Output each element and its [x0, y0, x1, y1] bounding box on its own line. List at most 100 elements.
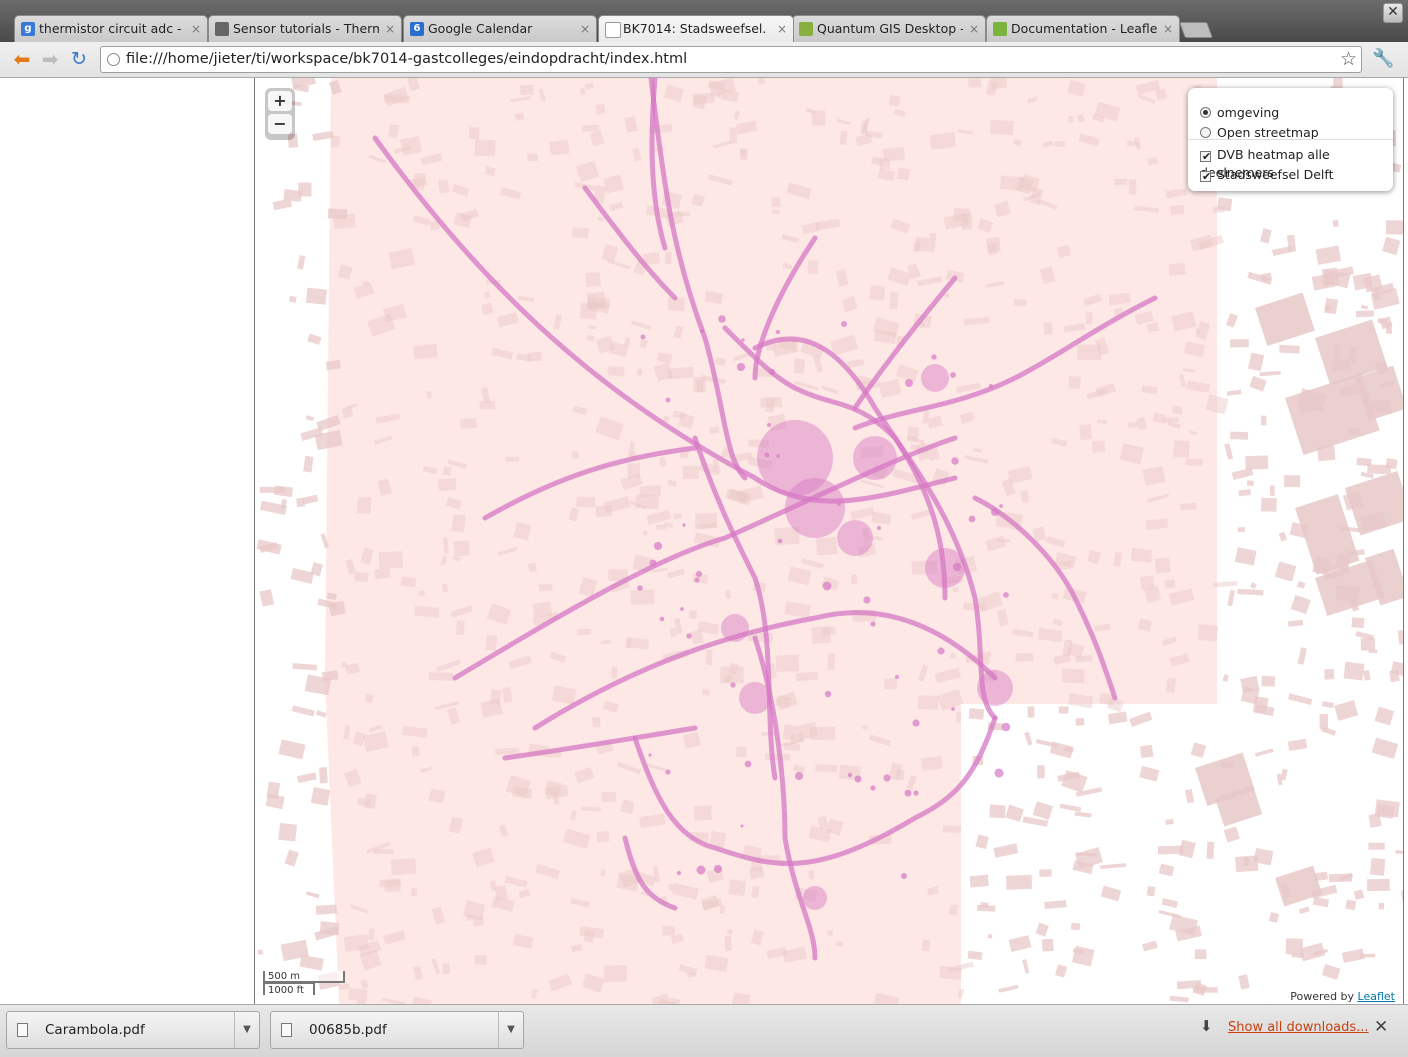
building	[917, 695, 939, 710]
reload-button[interactable]: ↻	[67, 48, 91, 70]
tab-close-icon[interactable]: ×	[969, 16, 979, 42]
zoom-in-button[interactable]: +	[268, 91, 292, 111]
address-bar[interactable]: file:///home/jieter/ti/workspace/bk7014-…	[100, 46, 1362, 73]
building	[759, 397, 783, 408]
download-item[interactable]: Carambola.pdf ▼	[6, 1011, 260, 1049]
tab-title: Sensor tutorials - Thermis	[233, 21, 379, 36]
building	[1079, 424, 1093, 441]
building	[719, 905, 725, 914]
new-tab-button[interactable]	[1179, 22, 1213, 38]
building	[1328, 873, 1353, 883]
building	[1378, 902, 1385, 910]
building	[1272, 245, 1293, 256]
building	[953, 207, 971, 223]
heatmap-dot	[776, 454, 780, 458]
leaflet-map[interactable]: + − omgeving Open streetmap DVB heatmap …	[254, 78, 1404, 1004]
building	[1008, 935, 1032, 953]
building	[343, 934, 370, 952]
show-all-downloads-link[interactable]: Show all downloads...	[1228, 1020, 1369, 1035]
building	[1206, 841, 1215, 859]
tab-close-icon[interactable]: ×	[1163, 16, 1173, 42]
building	[775, 654, 800, 672]
building	[1401, 888, 1403, 901]
building	[630, 589, 655, 605]
tab-close-icon[interactable]: ×	[580, 16, 590, 42]
heatmap-hotspot	[721, 614, 749, 642]
base-layer-omgeving[interactable]: omgeving	[1200, 104, 1279, 122]
building	[292, 663, 318, 671]
download-menu-arrow[interactable]: ▼	[498, 1012, 523, 1048]
building	[1315, 245, 1342, 265]
building	[1246, 480, 1254, 487]
tab-close-icon[interactable]: ×	[777, 16, 787, 42]
radio-openstreetmap[interactable]	[1200, 127, 1211, 138]
map-tiles[interactable]	[255, 78, 1404, 1004]
building	[1367, 464, 1392, 475]
browser-tab[interactable]: g thermistor circuit adc - Go ×	[14, 15, 208, 42]
bookmark-star-icon[interactable]: ☆	[1340, 47, 1357, 71]
radio-omgeving[interactable]	[1200, 107, 1211, 118]
leaflet-link[interactable]: Leaflet	[1358, 990, 1395, 1003]
download-filename[interactable]: 00685b.pdf	[309, 1012, 387, 1049]
building	[571, 227, 589, 239]
heatmap-dot	[713, 864, 723, 874]
building	[993, 843, 1019, 858]
address-url[interactable]: file:///home/jieter/ti/workspace/bk7014-…	[126, 47, 687, 72]
download-menu-arrow[interactable]: ▼	[234, 1012, 259, 1048]
back-button[interactable]: ⬅	[10, 48, 34, 70]
building	[1351, 617, 1365, 629]
browser-tab[interactable]: Quantum GIS Desktop - Ne ×	[792, 15, 986, 42]
close-downloads-icon[interactable]: ✕	[1374, 1017, 1388, 1037]
building	[948, 904, 959, 916]
browser-tab[interactable]: Documentation - Leaflet - ×	[986, 15, 1180, 42]
heatmap-dot	[1001, 722, 1011, 732]
download-item[interactable]: 00685b.pdf ▼	[270, 1011, 524, 1049]
building	[1091, 440, 1106, 453]
building	[869, 284, 886, 301]
building	[474, 139, 496, 157]
building	[538, 583, 553, 592]
building	[1268, 911, 1280, 923]
checkbox-stadsweefsel[interactable]	[1200, 171, 1211, 182]
browser-tab[interactable]: 6 Google Calendar ×	[403, 15, 597, 42]
building	[1005, 804, 1024, 822]
heatmap-hotspot	[785, 478, 845, 538]
building	[1165, 677, 1177, 693]
overlay-stadsweefsel[interactable]: Stadsweefsel Delft	[1200, 166, 1333, 184]
building	[1077, 344, 1101, 360]
page-info-icon[interactable]	[107, 53, 120, 66]
building	[975, 834, 990, 850]
overlay-dvb-heatmap[interactable]: DVB heatmap alle deelnemers	[1200, 146, 1393, 180]
heatmap-dot	[894, 674, 900, 680]
zoom-out-button[interactable]: −	[268, 114, 292, 134]
building	[1164, 579, 1176, 589]
building	[437, 477, 457, 492]
building	[549, 139, 570, 156]
building	[1044, 900, 1067, 910]
building	[1130, 548, 1153, 563]
building	[728, 879, 746, 897]
building	[1127, 421, 1139, 429]
heatmap-dot	[837, 502, 841, 506]
checkbox-dvb-heatmap[interactable]	[1200, 151, 1211, 162]
building	[1168, 262, 1186, 276]
heatmap-dot	[883, 774, 891, 782]
window-close-button[interactable]: ✕	[1383, 3, 1403, 23]
heatmap-dot	[695, 570, 703, 578]
download-filename[interactable]: Carambola.pdf	[45, 1012, 145, 1049]
browser-tab[interactable]: BK7014: Stadsweefsel. ×	[598, 15, 794, 42]
building	[968, 78, 982, 88]
building	[715, 357, 726, 366]
browser-tab[interactable]: Sensor tutorials - Thermis ×	[208, 15, 402, 42]
tab-close-icon[interactable]: ×	[191, 16, 201, 42]
tab-close-icon[interactable]: ×	[385, 16, 395, 42]
building	[1288, 619, 1304, 627]
building	[1319, 714, 1328, 730]
wrench-menu-icon[interactable]: 🔧	[1372, 48, 1394, 69]
building	[259, 589, 275, 607]
building	[682, 465, 699, 480]
heatmap-dot	[744, 760, 752, 768]
building	[257, 949, 264, 955]
downloads-shelf: Carambola.pdf ▼ 00685b.pdf ▼ ⬇ Show all …	[0, 1004, 1408, 1057]
forward-button[interactable]: ➡	[38, 48, 62, 70]
